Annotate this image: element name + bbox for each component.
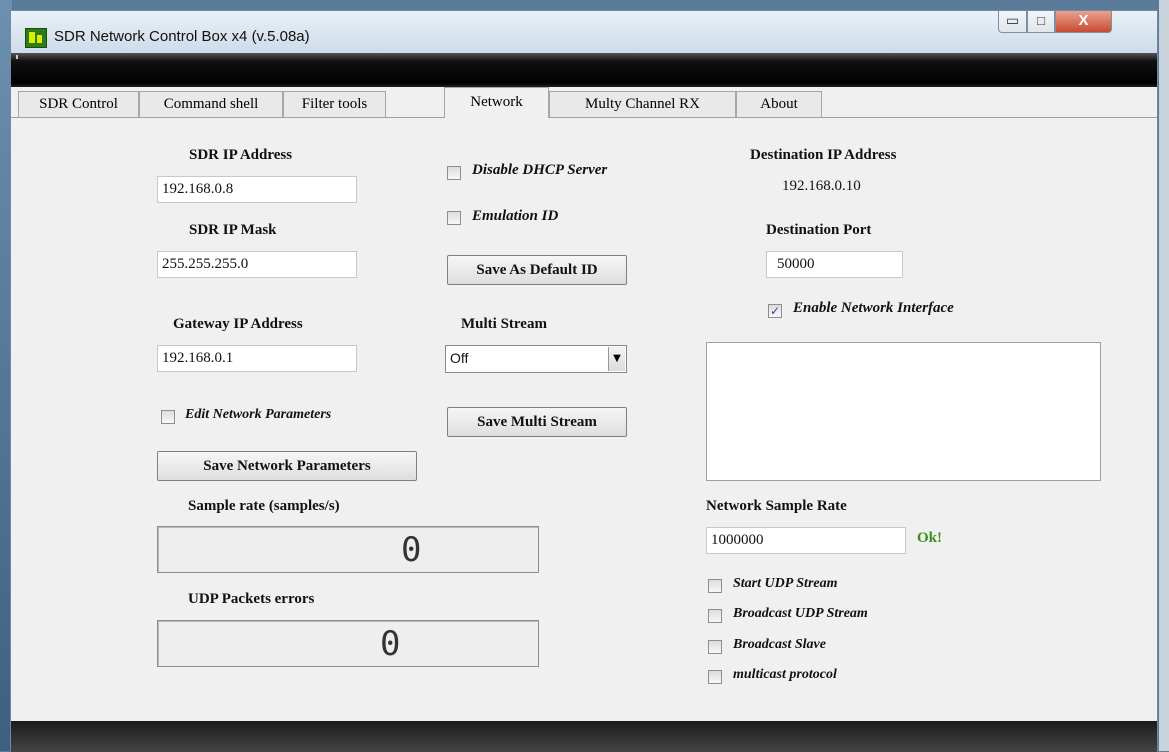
minimize-button[interactable]: ▭ (998, 11, 1027, 33)
tab-about[interactable]: About (736, 91, 822, 117)
start-udp-checkbox[interactable] (708, 579, 722, 593)
network-log-textarea[interactable] (706, 342, 1101, 481)
save-multi-stream-button[interactable]: Save Multi Stream (447, 407, 627, 437)
destination-ip-label: Destination IP Address (750, 147, 897, 163)
multi-stream-label: Multi Stream (461, 316, 547, 332)
multi-stream-select[interactable]: Off ▼ (445, 345, 627, 373)
window-title: SDR Network Control Box x4 (v.5.08a) (54, 28, 310, 45)
destination-port-input[interactable]: 50000 (766, 251, 903, 278)
tab-strip: SDR Control Command shell Filter tools N… (11, 87, 1157, 118)
grip-icon (16, 55, 18, 59)
udp-errors-value: 0 (380, 624, 401, 664)
udp-errors-label: UDP Packets errors (188, 591, 315, 607)
save-network-params-button[interactable]: Save Network Parameters (157, 451, 417, 481)
sdr-mask-input[interactable]: 255.255.255.0 (157, 251, 357, 278)
broadcast-udp-checkbox[interactable] (708, 609, 722, 623)
broadcast-slave-checkbox[interactable] (708, 640, 722, 654)
destination-ip-value: 192.168.0.10 (782, 178, 861, 194)
multi-stream-value: Off (450, 350, 469, 366)
edit-params-checkbox[interactable] (161, 410, 175, 424)
network-sample-rate-input[interactable]: 1000000 (706, 527, 906, 554)
enable-network-label: Enable Network Interface (793, 300, 954, 316)
udp-errors-display: 0 (157, 620, 539, 667)
tab-sdr-control[interactable]: SDR Control (18, 91, 139, 117)
sample-rate-value: 0 (401, 530, 422, 570)
destination-port-label: Destination Port (766, 222, 872, 238)
status-ok-text: Ok! (917, 530, 943, 546)
app-window: SDR Network Control Box x4 (v.5.08a) ▭ □… (10, 10, 1158, 752)
network-sample-rate-label: Network Sample Rate (706, 498, 847, 514)
disable-dhcp-checkbox[interactable] (447, 166, 461, 180)
sample-rate-display: 0 (157, 526, 539, 573)
gateway-ip-label: Gateway IP Address (173, 316, 303, 332)
maximize-button[interactable]: □ (1027, 11, 1055, 33)
start-udp-label: Start UDP Stream (733, 576, 838, 591)
emulation-id-checkbox[interactable] (447, 211, 461, 225)
app-logo-icon (25, 28, 47, 48)
edit-params-label: Edit Network Parameters (185, 407, 332, 422)
tab-network[interactable]: Network (444, 87, 549, 118)
emulation-id-label: Emulation ID (472, 208, 559, 224)
sdr-ip-input[interactable]: 192.168.0.8 (157, 176, 357, 203)
chevron-down-icon[interactable]: ▼ (608, 347, 625, 371)
broadcast-udp-label: Broadcast UDP Stream (733, 606, 868, 621)
tab-command-shell[interactable]: Command shell (139, 91, 283, 117)
tab-multy-channel-rx[interactable]: Multy Channel RX (549, 91, 736, 117)
sdr-ip-label: SDR IP Address (189, 147, 293, 163)
desktop-background-right (1159, 0, 1169, 751)
broadcast-slave-label: Broadcast Slave (733, 637, 826, 652)
disable-dhcp-label: Disable DHCP Server (472, 162, 608, 178)
tab-filter-tools[interactable]: Filter tools (283, 91, 386, 117)
title-bar[interactable]: SDR Network Control Box x4 (v.5.08a) ▭ □… (11, 11, 1157, 53)
enable-network-checkbox[interactable]: ✓ (768, 304, 782, 318)
toolbar-strip (11, 53, 1157, 87)
status-bar (11, 721, 1157, 752)
sdr-mask-label: SDR IP Mask (189, 222, 277, 238)
multicast-checkbox[interactable] (708, 670, 722, 684)
gateway-ip-input[interactable]: 192.168.0.1 (157, 345, 357, 372)
save-default-id-button[interactable]: Save As Default ID (447, 255, 627, 285)
multicast-label: multicast protocol (733, 667, 837, 682)
close-button[interactable]: X (1055, 11, 1112, 33)
sample-rate-label: Sample rate (samples/s) (188, 498, 340, 514)
